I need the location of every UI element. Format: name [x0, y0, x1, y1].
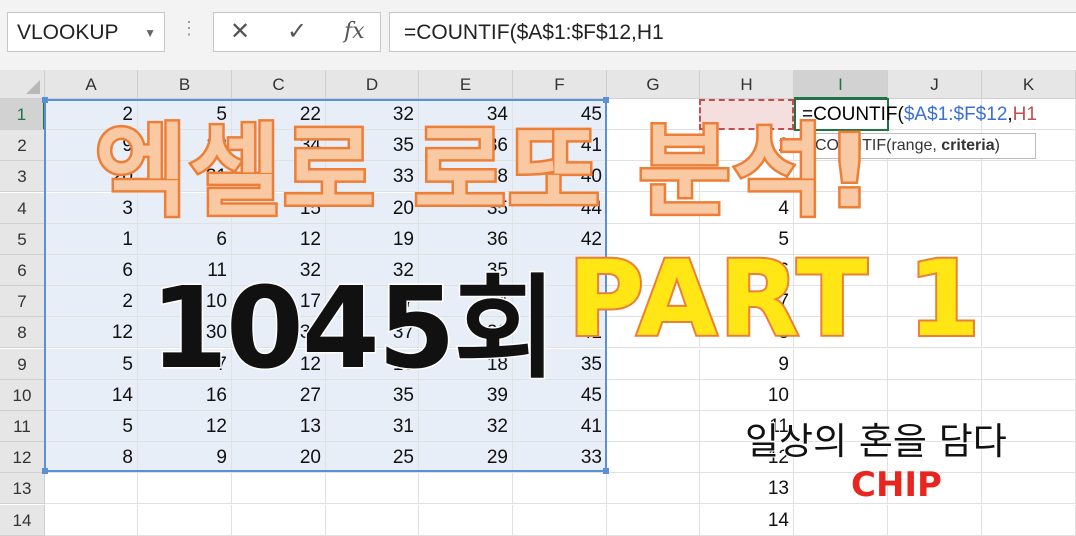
cell-e14[interactable]: [419, 505, 513, 536]
cell-b12[interactable]: 9: [138, 442, 232, 473]
cell-h14[interactable]: 14: [700, 505, 794, 536]
row-header-12[interactable]: 12: [0, 442, 45, 473]
row-header-4[interactable]: 4: [0, 193, 45, 224]
tooltip-arg-criteria[interactable]: criteria: [941, 137, 994, 154]
overlay-subtitle: 일상의 혼을 담다: [744, 419, 1008, 464]
insert-function-icon[interactable]: fx: [344, 19, 365, 44]
cell-j3[interactable]: [888, 161, 982, 192]
formula-cell-ref: H1: [1012, 104, 1037, 125]
formula-range-ref: $A$1:$F$12: [903, 104, 1008, 125]
cell-g10[interactable]: [607, 380, 700, 411]
cell-k13[interactable]: [982, 473, 1076, 504]
row-header-6[interactable]: 6: [0, 255, 45, 286]
row-header-5[interactable]: 5: [0, 224, 45, 255]
cell-f13[interactable]: [513, 473, 607, 504]
cell-k7[interactable]: [982, 286, 1076, 317]
more-icon: ⋮: [180, 18, 198, 38]
cell-g12[interactable]: [607, 442, 700, 473]
cell-c12[interactable]: 20: [232, 442, 326, 473]
cell-i14[interactable]: [794, 505, 888, 536]
overlay-title-part: PART 1: [566, 236, 983, 362]
cell-a7[interactable]: 2: [45, 286, 138, 317]
column-header-j[interactable]: J: [888, 70, 982, 99]
cell-d11[interactable]: 31: [326, 411, 419, 442]
cell-g14[interactable]: [607, 505, 700, 536]
cell-a8[interactable]: 12: [45, 317, 138, 348]
cell-k8[interactable]: [982, 317, 1076, 348]
cell-e13[interactable]: [419, 473, 513, 504]
row-header-8[interactable]: 8: [0, 317, 45, 348]
cell-a10[interactable]: 14: [45, 380, 138, 411]
row-header-2[interactable]: 2: [0, 130, 45, 161]
overlay-brand: CHIP: [850, 464, 943, 506]
cell-f14[interactable]: [513, 505, 607, 536]
cell-j14[interactable]: [888, 505, 982, 536]
enter-icon[interactable]: ✓: [287, 17, 307, 46]
row-header-9[interactable]: 9: [0, 349, 45, 380]
cell-e12[interactable]: 29: [419, 442, 513, 473]
row-header-14[interactable]: 14: [0, 505, 45, 536]
cancel-icon[interactable]: ✕: [230, 17, 250, 46]
cell-k4[interactable]: [982, 193, 1076, 224]
row-header-10[interactable]: 10: [0, 380, 45, 411]
tooltip-close: ): [994, 137, 1000, 154]
tooltip-arg-range[interactable]: range,: [891, 137, 941, 154]
cell-k5[interactable]: [982, 224, 1076, 255]
overlay-title-round: 1045회: [149, 263, 559, 396]
cell-h10[interactable]: 10: [700, 380, 794, 411]
row-header-13[interactable]: 13: [0, 473, 45, 504]
cell-h13[interactable]: 13: [700, 473, 794, 504]
cell-f11[interactable]: 41: [513, 411, 607, 442]
cell-k6[interactable]: [982, 255, 1076, 286]
cell-a13[interactable]: [45, 473, 138, 504]
cell-d13[interactable]: [326, 473, 419, 504]
cell-j10[interactable]: [888, 380, 982, 411]
formula-buttons: ✕ ✓ fx: [213, 12, 381, 52]
cell-c11[interactable]: 13: [232, 411, 326, 442]
cell-f12[interactable]: 33: [513, 442, 607, 473]
cell-k9[interactable]: [982, 349, 1076, 380]
row-header-1[interactable]: 1: [0, 99, 45, 130]
cell-g11[interactable]: [607, 411, 700, 442]
cell-i10[interactable]: [794, 380, 888, 411]
formula-input[interactable]: =COUNTIF($A$1:$F$12,H1: [389, 12, 1076, 52]
name-box-value: VLOOKUP: [17, 21, 119, 44]
row-header-7[interactable]: 7: [0, 286, 45, 317]
row-header-3[interactable]: 3: [0, 161, 45, 192]
cell-b14[interactable]: [138, 505, 232, 536]
cell-b11[interactable]: 12: [138, 411, 232, 442]
cell-c14[interactable]: [232, 505, 326, 536]
cell-j4[interactable]: [888, 193, 982, 224]
cell-d14[interactable]: [326, 505, 419, 536]
cell-a12[interactable]: 8: [45, 442, 138, 473]
cell-a6[interactable]: 6: [45, 255, 138, 286]
overlay-title-line1: 엑셀로 로또 분석!: [92, 111, 875, 233]
cell-a11[interactable]: 5: [45, 411, 138, 442]
row-header-11[interactable]: 11: [0, 411, 45, 442]
cell-k10[interactable]: [982, 380, 1076, 411]
cell-a14[interactable]: [45, 505, 138, 536]
chevron-down-icon[interactable]: ▼: [144, 13, 156, 53]
cell-k3[interactable]: [982, 161, 1076, 192]
name-box[interactable]: VLOOKUP ▼: [7, 12, 165, 52]
cell-e11[interactable]: 32: [419, 411, 513, 442]
cell-d12[interactable]: 25: [326, 442, 419, 473]
cell-a9[interactable]: 5: [45, 349, 138, 380]
column-header-k[interactable]: K: [982, 70, 1076, 99]
select-all-corner[interactable]: [0, 70, 45, 99]
formula-bar: VLOOKUP ▼ ⋮ ✕ ✓ fx =COUNTIF($A$1:$F$12,H…: [0, 0, 1076, 71]
cell-b13[interactable]: [138, 473, 232, 504]
cell-k14[interactable]: [982, 505, 1076, 536]
cell-g13[interactable]: [607, 473, 700, 504]
cell-c13[interactable]: [232, 473, 326, 504]
